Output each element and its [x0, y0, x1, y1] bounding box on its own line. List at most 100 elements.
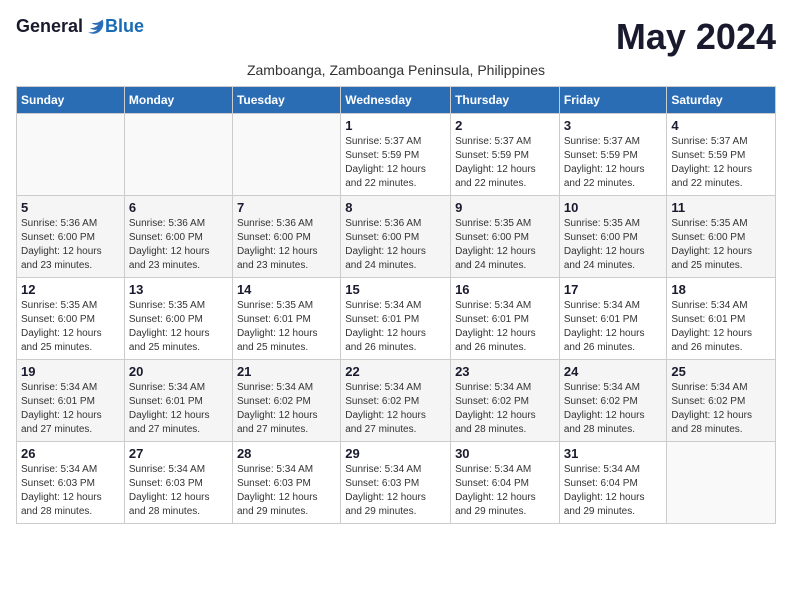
calendar-cell: 22Sunrise: 5:34 AM Sunset: 6:02 PM Dayli… [341, 360, 451, 442]
calendar-cell: 1 Sunrise: 5:37 AM Sunset: 5:59 PM Daylig… [341, 114, 451, 196]
day-number: 29 [345, 446, 446, 461]
calendar-cell: 8 Sunrise: 5:36 AM Sunset: 6:00 PM Daylig… [341, 196, 451, 278]
calendar-cell: 27Sunrise: 5:34 AM Sunset: 6:03 PM Dayli… [124, 442, 232, 524]
calendar-cell [232, 114, 340, 196]
calendar-cell: 26Sunrise: 5:34 AM Sunset: 6:03 PM Dayli… [17, 442, 125, 524]
calendar-cell: 23 Sunrise: 5:34 AM Sunset: 6:02 PM Dayli… [451, 360, 560, 442]
weekday-header: Saturday [667, 87, 776, 114]
calendar-cell: 20 Sunrise: 5:34 AM Sunset: 6:01 PM Dayli… [124, 360, 232, 442]
calendar-table: SundayMondayTuesdayWednesdayThursdayFrid… [16, 86, 776, 524]
calendar-cell: 16 Sunrise: 5:34 AM Sunset: 6:01 PM Dayli… [451, 278, 560, 360]
weekday-header: Friday [559, 87, 667, 114]
logo-general-text: General [16, 16, 83, 37]
day-info: Sunrise: 5:34 AM Sunset: 6:02 PM Dayligh… [237, 381, 336, 437]
weekday-header: Monday [124, 87, 232, 114]
month-title: May 2024 [616, 16, 776, 58]
calendar-cell: 12Sunrise: 5:35 AM Sunset: 6:00 PM Dayli… [17, 278, 125, 360]
day-number: 8 [345, 200, 446, 215]
day-number: 11 [671, 200, 771, 215]
day-info: Sunrise: 5:34 AM Sunset: 6:02 PM Dayligh… [455, 381, 555, 437]
day-number: 12 [21, 282, 120, 297]
day-info: Sunrise: 5:35 AM Sunset: 6:00 PM Dayligh… [671, 217, 771, 273]
day-info: Sunrise: 5:34 AM Sunset: 6:03 PM Dayligh… [345, 463, 446, 519]
calendar-cell: 6Sunrise: 5:36 AM Sunset: 6:00 PM Daylig… [124, 196, 232, 278]
day-info: Sunrise: 5:34 AM Sunset: 6:01 PM Dayligh… [455, 299, 555, 355]
day-info: Sunrise: 5:36 AM Sunset: 6:00 PM Dayligh… [345, 217, 446, 273]
calendar-cell [124, 114, 232, 196]
day-info: Sunrise: 5:34 AM Sunset: 6:02 PM Dayligh… [671, 381, 771, 437]
calendar-cell: 13 Sunrise: 5:35 AM Sunset: 6:00 PM Dayli… [124, 278, 232, 360]
day-number: 13 [129, 282, 228, 297]
calendar-cell: 18 Sunrise: 5:34 AM Sunset: 6:01 PM Dayli… [667, 278, 776, 360]
calendar-week-row: 1 Sunrise: 5:37 AM Sunset: 5:59 PM Daylig… [17, 114, 776, 196]
day-number: 3 [564, 118, 663, 133]
calendar-cell: 21 Sunrise: 5:34 AM Sunset: 6:02 PM Dayli… [232, 360, 340, 442]
day-info: Sunrise: 5:35 AM Sunset: 6:00 PM Dayligh… [564, 217, 663, 273]
day-info: Sunrise: 5:36 AM Sunset: 6:00 PM Dayligh… [237, 217, 336, 273]
day-number: 19 [21, 364, 120, 379]
calendar-cell: 31Sunrise: 5:34 AM Sunset: 6:04 PM Dayli… [559, 442, 667, 524]
day-number: 5 [21, 200, 120, 215]
calendar-cell: 11 Sunrise: 5:35 AM Sunset: 6:00 PM Dayli… [667, 196, 776, 278]
day-info: Sunrise: 5:34 AM Sunset: 6:02 PM Dayligh… [564, 381, 663, 437]
day-number: 22 [345, 364, 446, 379]
calendar-cell: 24 Sunrise: 5:34 AM Sunset: 6:02 PM Dayli… [559, 360, 667, 442]
title-section: May 2024 [616, 16, 776, 58]
calendar-week-row: 19 Sunrise: 5:34 AM Sunset: 6:01 PM Dayli… [17, 360, 776, 442]
day-number: 23 [455, 364, 555, 379]
calendar-cell [17, 114, 125, 196]
day-number: 26 [21, 446, 120, 461]
day-info: Sunrise: 5:34 AM Sunset: 6:03 PM Dayligh… [129, 463, 228, 519]
day-info: Sunrise: 5:34 AM Sunset: 6:01 PM Dayligh… [564, 299, 663, 355]
day-number: 16 [455, 282, 555, 297]
day-info: Sunrise: 5:34 AM Sunset: 6:03 PM Dayligh… [237, 463, 336, 519]
day-number: 2 [455, 118, 555, 133]
day-number: 17 [564, 282, 663, 297]
location-text: Zamboanga, Zamboanga Peninsula, Philippi… [16, 62, 776, 78]
calendar-cell: 4 Sunrise: 5:37 AM Sunset: 5:59 PM Daylig… [667, 114, 776, 196]
day-number: 28 [237, 446, 336, 461]
day-number: 15 [345, 282, 446, 297]
day-info: Sunrise: 5:35 AM Sunset: 6:01 PM Dayligh… [237, 299, 336, 355]
day-info: Sunrise: 5:34 AM Sunset: 6:01 PM Dayligh… [129, 381, 228, 437]
day-number: 1 [345, 118, 446, 133]
day-info: Sunrise: 5:34 AM Sunset: 6:01 PM Dayligh… [21, 381, 120, 437]
calendar-cell: 25 Sunrise: 5:34 AM Sunset: 6:02 PM Dayli… [667, 360, 776, 442]
day-info: Sunrise: 5:37 AM Sunset: 5:59 PM Dayligh… [455, 135, 555, 191]
day-number: 4 [671, 118, 771, 133]
weekday-header: Thursday [451, 87, 560, 114]
calendar-cell [667, 442, 776, 524]
day-number: 24 [564, 364, 663, 379]
day-info: Sunrise: 5:37 AM Sunset: 5:59 PM Dayligh… [564, 135, 663, 191]
day-info: Sunrise: 5:36 AM Sunset: 6:00 PM Dayligh… [21, 217, 120, 273]
calendar-header-row: SundayMondayTuesdayWednesdayThursdayFrid… [17, 87, 776, 114]
day-info: Sunrise: 5:37 AM Sunset: 5:59 PM Dayligh… [345, 135, 446, 191]
day-number: 9 [455, 200, 555, 215]
day-number: 21 [237, 364, 336, 379]
day-number: 25 [671, 364, 771, 379]
day-info: Sunrise: 5:37 AM Sunset: 5:59 PM Dayligh… [671, 135, 771, 191]
calendar-week-row: 12 Sunrise: 5:35 AM Sunset: 6:00 PM Dayli… [17, 278, 776, 360]
calendar-cell: 29 Sunrise: 5:34 AM Sunset: 6:03 PM Dayli… [341, 442, 451, 524]
logo-blue-text: Blue [105, 16, 144, 37]
day-number: 20 [129, 364, 228, 379]
weekday-header: Wednesday [341, 87, 451, 114]
calendar-week-row: 5 Sunrise: 5:36 AM Sunset: 6:00 PM Daylig… [17, 196, 776, 278]
day-info: Sunrise: 5:36 AM Sunset: 6:00 PM Dayligh… [129, 217, 228, 273]
day-number: 31 [564, 446, 663, 461]
day-info: Sunrise: 5:34 AM Sunset: 6:04 PM Dayligh… [455, 463, 555, 519]
day-number: 14 [237, 282, 336, 297]
logo: General Blue [16, 16, 144, 37]
weekday-header: Sunday [17, 87, 125, 114]
day-number: 18 [671, 282, 771, 297]
day-number: 30 [455, 446, 555, 461]
calendar-cell: 28 Sunrise: 5:34 AM Sunset: 6:03 PM Dayli… [232, 442, 340, 524]
calendar-cell: 2 Sunrise: 5:37 AM Sunset: 5:59 PM Daylig… [451, 114, 560, 196]
day-info: Sunrise: 5:35 AM Sunset: 6:00 PM Dayligh… [129, 299, 228, 355]
day-info: Sunrise: 5:34 AM Sunset: 6:01 PM Dayligh… [345, 299, 446, 355]
calendar-cell: 17 Sunrise: 5:34 AM Sunset: 6:01 PM Dayli… [559, 278, 667, 360]
calendar-cell: 14 Sunrise: 5:35 AM Sunset: 6:01 PM Dayli… [232, 278, 340, 360]
calendar-cell: 10Sunrise: 5:35 AM Sunset: 6:00 PM Dayli… [559, 196, 667, 278]
day-info: Sunrise: 5:34 AM Sunset: 6:01 PM Dayligh… [671, 299, 771, 355]
page-header: General Blue May 2024 [16, 16, 776, 58]
